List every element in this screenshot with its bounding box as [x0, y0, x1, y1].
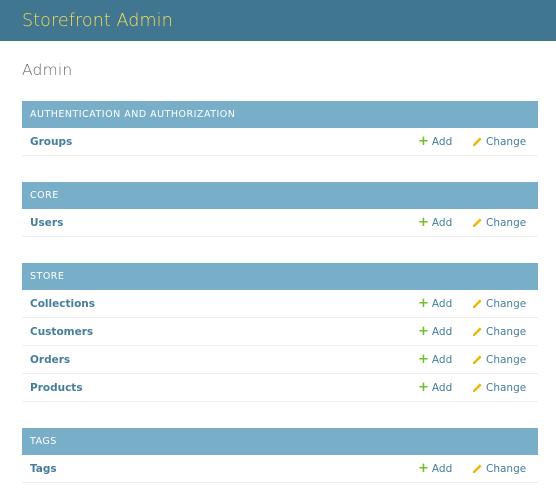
change-users-link[interactable]: Change	[472, 209, 526, 236]
plus-icon: +	[418, 461, 429, 476]
model-row-users: Users + Add Change	[22, 209, 538, 237]
module-caption[interactable]: Tags	[22, 428, 538, 455]
model-link-orders[interactable]: Orders	[30, 354, 70, 366]
plus-icon: +	[418, 324, 429, 339]
pencil-icon	[472, 298, 483, 309]
model-link-users[interactable]: Users	[30, 217, 63, 229]
model-row-customers: Customers + Add Change	[22, 318, 538, 346]
change-label: Change	[486, 135, 527, 148]
pencil-icon	[472, 326, 483, 337]
add-label: Add	[431, 297, 453, 310]
model-row-orders: Orders + Add Change	[22, 346, 538, 374]
plus-icon: +	[418, 380, 429, 395]
header: Storefront Admin	[0, 0, 556, 41]
plus-icon: +	[418, 352, 429, 367]
page-title: Admin	[22, 61, 73, 79]
plus-icon: +	[418, 134, 429, 149]
model-row-groups: Groups + Add Change	[22, 128, 538, 156]
add-label: Add	[431, 381, 453, 394]
module-store: Store Collections + Add Change Customers…	[22, 263, 538, 402]
module-core: Core Users + Add Change	[22, 182, 538, 237]
pencil-icon	[472, 382, 483, 393]
pencil-icon	[472, 136, 483, 147]
model-link-groups[interactable]: Groups	[30, 136, 72, 148]
add-collections-link[interactable]: + Add	[418, 290, 452, 317]
add-products-link[interactable]: + Add	[418, 374, 452, 401]
model-row-tags: Tags + Add Change	[22, 455, 538, 483]
module-tags: Tags Tags + Add Change	[22, 428, 538, 483]
change-tags-link[interactable]: Change	[472, 455, 526, 482]
plus-icon: +	[418, 296, 429, 311]
add-label: Add	[431, 135, 453, 148]
module-caption[interactable]: Core	[22, 182, 538, 209]
change-label: Change	[486, 325, 527, 338]
add-label: Add	[431, 353, 453, 366]
model-link-tags[interactable]: Tags	[30, 463, 57, 475]
change-groups-link[interactable]: Change	[472, 128, 526, 155]
model-link-products[interactable]: Products	[30, 382, 83, 394]
pencil-icon	[472, 463, 483, 474]
change-collections-link[interactable]: Change	[472, 290, 526, 317]
pencil-icon	[472, 217, 483, 228]
pencil-icon	[472, 354, 483, 365]
plus-icon: +	[418, 215, 429, 230]
change-label: Change	[486, 462, 527, 475]
change-label: Change	[486, 216, 527, 229]
site-title-link[interactable]: Storefront Admin	[22, 11, 173, 31]
add-label: Add	[431, 216, 453, 229]
change-label: Change	[486, 381, 527, 394]
add-label: Add	[431, 325, 453, 338]
module-caption[interactable]: Store	[22, 263, 538, 290]
add-tags-link[interactable]: + Add	[418, 455, 452, 482]
add-orders-link[interactable]: + Add	[418, 346, 452, 373]
change-orders-link[interactable]: Change	[472, 346, 526, 373]
change-label: Change	[486, 297, 527, 310]
change-customers-link[interactable]: Change	[472, 318, 526, 345]
model-row-products: Products + Add Change	[22, 374, 538, 402]
change-label: Change	[486, 353, 527, 366]
module-caption[interactable]: Authentication and Authorization	[22, 101, 538, 128]
content: Admin Authentication and Authorization G…	[0, 41, 556, 483]
module-authentication-and-authorization: Authentication and Authorization Groups …	[22, 101, 538, 156]
add-groups-link[interactable]: + Add	[418, 128, 452, 155]
add-users-link[interactable]: + Add	[418, 209, 452, 236]
model-row-collections: Collections + Add Change	[22, 290, 538, 318]
change-products-link[interactable]: Change	[472, 374, 526, 401]
add-label: Add	[431, 462, 453, 475]
add-customers-link[interactable]: + Add	[418, 318, 452, 345]
model-link-customers[interactable]: Customers	[30, 326, 93, 338]
model-link-collections[interactable]: Collections	[30, 298, 95, 310]
